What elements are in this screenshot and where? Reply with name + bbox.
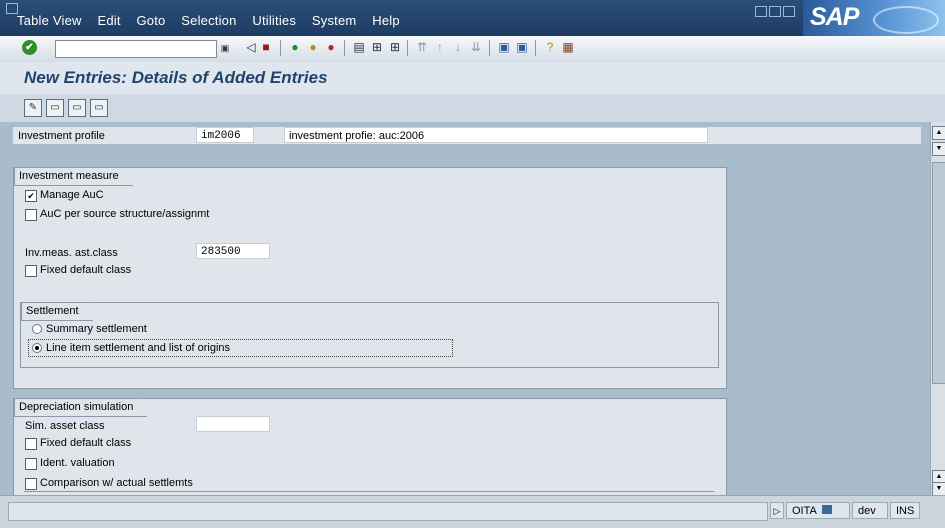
summary-settlement-radio[interactable] bbox=[32, 324, 42, 334]
help-icon[interactable]: ? bbox=[542, 39, 558, 55]
menu-bar: Table View Edit Goto Selection Utilities… bbox=[0, 0, 945, 36]
menu-edit[interactable]: Edit bbox=[97, 13, 120, 28]
manage-auc-checkbox[interactable]: ✔ bbox=[25, 190, 37, 202]
cancel-icon[interactable]: ● bbox=[323, 39, 339, 55]
investment-measure-title: Investment measure bbox=[14, 167, 141, 186]
toolbar-divider bbox=[489, 40, 490, 56]
menu-system[interactable]: System bbox=[312, 13, 357, 28]
menu-utilities[interactable]: Utilities bbox=[252, 13, 296, 28]
ident-valuation-checkbox[interactable] bbox=[25, 458, 37, 470]
fixed-default-class-checkbox[interactable] bbox=[25, 265, 37, 277]
dep-fixed-default-class-checkbox[interactable] bbox=[25, 438, 37, 450]
last-page-icon[interactable]: ⇊ bbox=[468, 39, 484, 55]
asset-class-label: Inv.meas. ast.class bbox=[25, 247, 118, 259]
next-entry-icon[interactable]: ▭ bbox=[68, 99, 86, 117]
investment-profile-label: Investment profile bbox=[18, 130, 105, 142]
scroll-down-icon[interactable]: ▼ bbox=[932, 142, 945, 156]
status-message-area bbox=[8, 502, 768, 521]
manage-auc-label: Manage AuC bbox=[40, 189, 104, 201]
line-item-settlement-label: Line item settlement and list of origins bbox=[46, 342, 231, 354]
layout-menu-icon[interactable]: ▦ bbox=[560, 39, 576, 55]
toolbar-divider bbox=[280, 40, 281, 56]
scrollbar-thumb[interactable] bbox=[932, 162, 945, 384]
find-icon[interactable]: ⊞ bbox=[369, 39, 385, 55]
summary-settlement-label: Summary settlement bbox=[46, 323, 147, 335]
scroll-left-icon[interactable]: ◁ bbox=[243, 39, 259, 55]
menu-selection[interactable]: Selection bbox=[181, 13, 236, 28]
create-session-icon[interactable]: ▣ bbox=[496, 39, 512, 55]
page-title: New Entries: Details of Added Entries bbox=[24, 68, 328, 87]
sap-logo: SAP bbox=[803, 0, 945, 36]
menu-table-view[interactable]: Table View bbox=[17, 13, 82, 28]
auc-per-source-checkbox[interactable] bbox=[25, 209, 37, 221]
save-icon[interactable]: ■ bbox=[258, 39, 274, 55]
toolbar-divider bbox=[344, 40, 345, 56]
fixed-default-class-label: Fixed default class bbox=[40, 264, 132, 276]
sap-logo-text: SAP bbox=[810, 3, 859, 31]
status-client: dev bbox=[852, 502, 888, 519]
check-icon[interactable]: ✔ bbox=[22, 40, 37, 55]
menu-items: Table View Edit Goto Selection Utilities… bbox=[17, 13, 412, 28]
comparison-checkbox[interactable] bbox=[25, 478, 37, 490]
application-toolbar bbox=[0, 94, 945, 123]
profile-description-field[interactable]: investment profie: auc:2006 bbox=[284, 127, 708, 143]
exit-icon[interactable]: ● bbox=[305, 39, 321, 55]
status-expand-icon[interactable]: ▷ bbox=[770, 502, 784, 519]
display-change-icon[interactable]: ✎ bbox=[24, 99, 42, 117]
maximize-icon[interactable] bbox=[769, 6, 781, 17]
scroll-up-icon[interactable]: ▲ bbox=[932, 126, 945, 140]
screen-title-bar: New Entries: Details of Added Entries bbox=[0, 62, 945, 94]
previous-entry-icon[interactable]: ▭ bbox=[46, 99, 64, 117]
depreciation-simulation-title: Depreciation simulation bbox=[14, 398, 156, 417]
menu-goto[interactable]: Goto bbox=[136, 13, 165, 28]
back-icon[interactable]: ● bbox=[287, 39, 303, 55]
asset-class-field[interactable]: 283500 bbox=[196, 243, 270, 259]
ident-valuation-label: Ident. valuation bbox=[40, 457, 115, 469]
status-system: OITA bbox=[786, 502, 850, 519]
toolbar-divider bbox=[535, 40, 536, 56]
logo-wave-graphic bbox=[873, 6, 939, 34]
investment-profile-field[interactable]: im2006 bbox=[196, 127, 254, 143]
next-page-icon[interactable]: ↓ bbox=[450, 39, 466, 55]
find-next-icon[interactable]: ⊞ bbox=[387, 39, 403, 55]
auc-per-source-label: AuC per source structure/assignmt bbox=[40, 208, 210, 220]
close-icon[interactable] bbox=[783, 6, 795, 17]
minimize-icon[interactable] bbox=[755, 6, 767, 17]
create-shortcut-icon[interactable]: ▣ bbox=[514, 39, 530, 55]
toolbar-divider bbox=[407, 40, 408, 56]
window-controls bbox=[755, 6, 797, 20]
comparison-label: Comparison w/ actual settlemts bbox=[40, 477, 193, 489]
scroll-down-icon[interactable]: ▼ bbox=[932, 482, 945, 496]
sim-asset-class-label: Sim. asset class bbox=[25, 420, 105, 432]
line-item-settlement-radio[interactable] bbox=[32, 343, 42, 353]
vertical-scrollbar[interactable]: ▲ ▼ ▲ ▼ bbox=[930, 122, 945, 496]
first-page-icon[interactable]: ⇈ bbox=[414, 39, 430, 55]
status-insert-mode[interactable]: INS bbox=[890, 502, 920, 519]
command-field[interactable] bbox=[55, 40, 217, 58]
copy-entry-icon[interactable]: ▭ bbox=[90, 99, 108, 117]
menu-help[interactable]: Help bbox=[372, 13, 400, 28]
sim-asset-class-field[interactable] bbox=[196, 416, 270, 432]
previous-page-icon[interactable]: ↑ bbox=[432, 39, 448, 55]
command-history-icon[interactable]: ▣ bbox=[218, 40, 232, 56]
dep-fixed-default-class-label: Fixed default class bbox=[40, 437, 132, 449]
settlement-group: Settlement bbox=[20, 302, 719, 368]
settlement-title: Settlement bbox=[21, 302, 101, 321]
server-info-icon[interactable] bbox=[822, 505, 833, 514]
status-system-label: OITA bbox=[792, 505, 817, 517]
print-icon[interactable]: ▤ bbox=[351, 39, 367, 55]
